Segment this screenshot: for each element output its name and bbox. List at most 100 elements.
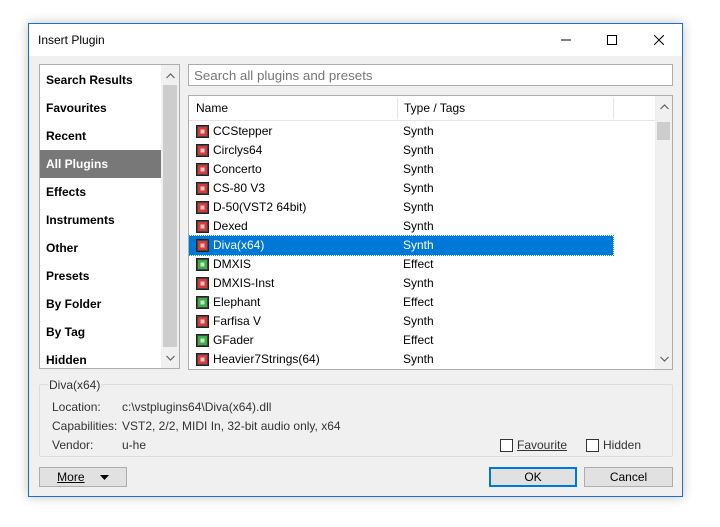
favourite-label: Favourite xyxy=(517,438,568,452)
synth-plugin-icon xyxy=(196,201,209,214)
ok-button[interactable]: OK xyxy=(489,467,577,487)
column-divider[interactable] xyxy=(613,98,614,119)
plugin-row[interactable]: DMXIS Effect xyxy=(189,255,613,274)
hidden-checkbox[interactable]: Hidden xyxy=(586,438,641,452)
plugin-type: Effect xyxy=(403,295,434,309)
location-value: c:\vstplugins64\Diva(x64).dll xyxy=(122,400,272,414)
sidebar-item-presets[interactable]: Presets xyxy=(40,262,161,290)
plugin-type: Synth xyxy=(403,162,434,176)
hidden-checkbox-box[interactable] xyxy=(586,438,599,452)
scroll-up-icon[interactable] xyxy=(655,98,672,116)
plugin-list: Name Type / Tags CCStepper Synth Circlys64… xyxy=(188,95,673,370)
maximize-button[interactable] xyxy=(589,24,635,56)
effect-plugin-icon xyxy=(196,296,209,309)
plugin-name: Farfisa V xyxy=(213,314,262,328)
sidebar-item-hidden[interactable]: Hidden xyxy=(40,346,161,368)
plugin-row[interactable]: Concerto Synth xyxy=(189,160,613,179)
plugin-name: CS-80 V3 xyxy=(213,181,266,195)
list-scroll-thumb[interactable] xyxy=(657,122,670,140)
capabilities-label: Capabilities: xyxy=(52,419,118,433)
plugin-row[interactable]: D-50(VST2 64bit) Synth xyxy=(189,198,613,217)
synth-plugin-icon xyxy=(196,315,209,328)
plugin-type: Effect xyxy=(403,333,434,347)
plugin-row[interactable]: GFader Effect xyxy=(189,331,613,350)
close-icon xyxy=(654,35,664,45)
plugin-row[interactable]: DMXIS-Inst Synth xyxy=(189,274,613,293)
plugin-type: Synth xyxy=(403,143,434,157)
dropdown-arrow-icon xyxy=(99,474,109,480)
list-header: Name Type / Tags xyxy=(189,96,655,121)
plugin-type: Synth xyxy=(403,352,434,366)
synth-plugin-icon xyxy=(196,125,209,138)
title-bar[interactable]: Insert Plugin xyxy=(29,24,682,56)
minimize-icon xyxy=(561,39,571,41)
plugin-name: Dexed xyxy=(213,219,248,233)
scroll-down-icon[interactable] xyxy=(161,349,179,367)
plugin-name: D-50(VST2 64bit) xyxy=(213,200,307,214)
synth-plugin-icon xyxy=(196,277,209,290)
synth-plugin-icon xyxy=(196,220,209,233)
plugin-details: Diva(x64) Location: c:\vstplugins64\Diva… xyxy=(39,378,673,457)
effect-plugin-icon xyxy=(196,334,209,347)
search-input[interactable] xyxy=(188,64,673,86)
plugin-name: CCStepper xyxy=(213,124,273,138)
plugin-name: Circlys64 xyxy=(213,143,263,157)
plugin-name: DMXIS-Inst xyxy=(213,276,275,290)
sidebar-item-recent[interactable]: Recent xyxy=(40,122,161,150)
cancel-button[interactable]: Cancel xyxy=(584,467,673,487)
sidebar-scrollbar[interactable] xyxy=(161,65,179,368)
window-title: Insert Plugin xyxy=(38,33,105,47)
location-label: Location: xyxy=(52,400,101,414)
plugin-row[interactable]: Elephant Effect xyxy=(189,293,613,312)
sidebar-item-instruments[interactable]: Instruments xyxy=(40,206,161,234)
plugin-type: Synth xyxy=(403,181,434,195)
column-header-name[interactable]: Name xyxy=(189,96,397,121)
sidebar-item-search-results[interactable]: Search Results xyxy=(40,66,161,94)
scroll-up-icon[interactable] xyxy=(161,67,179,85)
sidebar-item-favourites[interactable]: Favourites xyxy=(40,94,161,122)
sidebar-scroll-thumb[interactable] xyxy=(163,85,177,347)
favourite-checkbox-box[interactable] xyxy=(500,438,513,452)
plugin-row[interactable]: Farfisa V Synth xyxy=(189,312,613,331)
favourite-checkbox[interactable]: Favourite xyxy=(500,438,567,452)
plugin-row[interactable]: Circlys64 Synth xyxy=(189,141,613,160)
plugin-row[interactable]: Dexed Synth xyxy=(189,217,613,236)
plugin-row[interactable]: Heavier7Strings(64) Synth xyxy=(189,350,613,369)
effect-plugin-icon xyxy=(196,258,209,271)
plugin-name: DMXIS xyxy=(213,257,252,271)
plugin-name: Elephant xyxy=(213,295,261,309)
hidden-label: Hidden xyxy=(603,438,642,452)
synth-plugin-icon xyxy=(196,182,209,195)
sidebar-item-effects[interactable]: Effects xyxy=(40,178,161,206)
plugin-row[interactable]: CS-80 V3 Synth xyxy=(189,179,613,198)
plugin-type: Synth xyxy=(403,314,434,328)
plugin-name: Concerto xyxy=(213,162,262,176)
close-button[interactable] xyxy=(636,24,682,56)
sidebar-item-other[interactable]: Other xyxy=(40,234,161,262)
details-title: Diva(x64) xyxy=(48,378,102,392)
synth-plugin-icon xyxy=(196,163,209,176)
more-label: More xyxy=(57,470,85,484)
scroll-down-icon[interactable] xyxy=(655,350,672,368)
synth-plugin-icon xyxy=(196,353,209,366)
more-button[interactable]: More xyxy=(39,467,127,487)
plugin-name: Heavier7Strings(64) xyxy=(213,352,320,366)
plugin-name: Diva(x64) xyxy=(213,238,265,252)
sidebar-item-all-plugins[interactable]: All Plugins xyxy=(40,150,161,178)
plugin-type: Synth xyxy=(403,219,434,233)
plugin-type: Synth xyxy=(403,238,434,252)
synth-plugin-icon xyxy=(196,239,209,252)
minimize-button[interactable] xyxy=(543,24,589,56)
maximize-icon xyxy=(607,35,617,45)
capabilities-value: VST2, 2/2, MIDI In, 32-bit audio only, x… xyxy=(122,419,341,433)
insert-plugin-dialog: Insert Plugin Search Results Favourites … xyxy=(28,23,683,497)
column-header-type[interactable]: Type / Tags xyxy=(397,96,613,121)
sidebar-item-by-tag[interactable]: By Tag xyxy=(40,318,161,346)
sidebar-item-by-folder[interactable]: By Folder xyxy=(40,290,161,318)
plugin-row[interactable]: CCStepper Synth xyxy=(189,122,613,141)
list-scrollbar[interactable] xyxy=(655,96,672,369)
category-sidebar: Search Results Favourites Recent All Plu… xyxy=(39,64,180,369)
plugin-type: Synth xyxy=(403,200,434,214)
vendor-label: Vendor: xyxy=(52,438,94,452)
plugin-row[interactable]: Diva(x64) Synth xyxy=(189,235,614,256)
